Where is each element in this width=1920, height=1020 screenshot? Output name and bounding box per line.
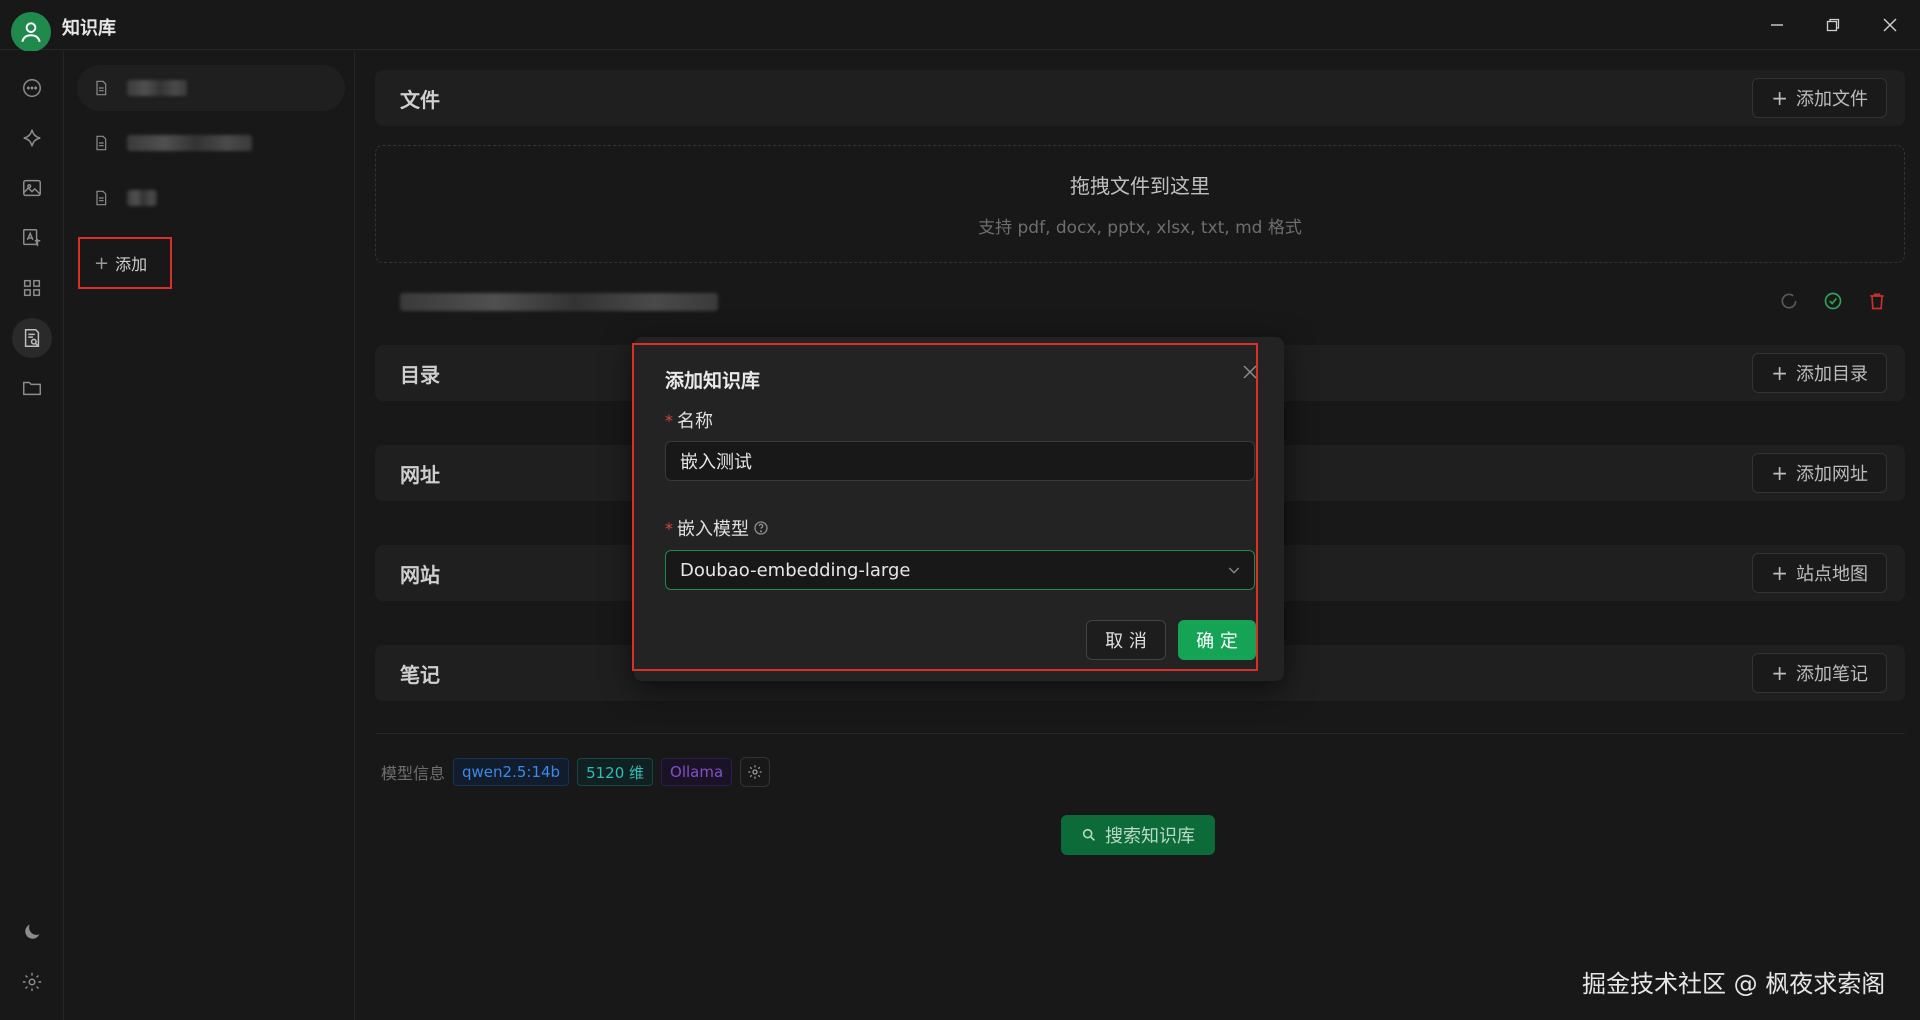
plus-icon: + [1771, 461, 1788, 485]
nav-rail [0, 51, 64, 1020]
document-icon [96, 80, 107, 96]
chat-icon [23, 79, 41, 97]
user-icon [21, 22, 41, 43]
cancel-button[interactable]: 取 消 [1086, 620, 1166, 660]
name-input[interactable]: 嵌入测试 [665, 441, 1255, 481]
file-dropzone[interactable]: 拖拽文件到这里 支持 pdf, docx, pptx, xlsx, txt, m… [375, 145, 1905, 263]
embedding-model-select[interactable]: Doubao-embedding-large [665, 550, 1255, 590]
kb-item[interactable] [77, 175, 345, 221]
file-name-redacted [400, 293, 718, 311]
moon-icon [25, 924, 40, 939]
model-settings-button[interactable] [740, 757, 771, 787]
rail-knowledge[interactable] [12, 318, 52, 358]
refresh-icon[interactable] [1779, 291, 1799, 311]
document-icon [96, 190, 107, 206]
apps-icon [23, 279, 41, 297]
model-info-label: 模型信息 [381, 764, 446, 783]
name-label: * 名称 [665, 410, 713, 433]
add-url-button[interactable]: + 添加网址 [1752, 453, 1887, 493]
search-icon [1082, 828, 1095, 841]
plus-icon: + [1771, 661, 1788, 685]
user-avatar[interactable] [11, 12, 51, 52]
close-window-button[interactable] [1870, 10, 1910, 40]
plus-icon: + [1771, 86, 1788, 110]
kb-item[interactable] [77, 120, 345, 166]
folder-icon [23, 381, 41, 396]
close-icon [1243, 365, 1257, 379]
title-bar: 知识库 [0, 0, 1920, 52]
confirm-button[interactable]: 确 定 [1178, 620, 1256, 660]
app-title: 知识库 [62, 18, 116, 39]
minimize-button[interactable] [1757, 10, 1797, 40]
model-info: 模型信息 qwen2.5:14b 5120 维 Ollama [381, 757, 771, 787]
minimize-icon [1771, 24, 1783, 26]
rail-images[interactable] [12, 168, 52, 208]
add-kb-label: 添加 [115, 255, 148, 274]
kb-item-name-redacted [127, 135, 252, 151]
add-kb-dialog: 添加知识库 * 名称 嵌入测试 * 嵌入模型 Doubao-embedding-la… [632, 343, 1258, 671]
dimension-tag: 5120 维 [577, 758, 654, 786]
settings-button[interactable] [12, 962, 52, 1002]
check-circle-icon [1824, 292, 1842, 310]
file-row [375, 281, 1905, 321]
sparkle-icon [23, 129, 41, 147]
help-icon[interactable] [753, 520, 769, 536]
knowledge-icon [24, 329, 40, 347]
kb-list-panel: + 添加 [65, 51, 355, 1020]
rail-agents[interactable] [12, 118, 52, 158]
gear-icon [748, 765, 762, 779]
rail-files[interactable] [12, 368, 52, 408]
model-label: * 嵌入模型 [665, 515, 769, 541]
rail-chat[interactable] [12, 68, 52, 108]
document-icon [96, 135, 107, 151]
restore-button[interactable] [1813, 10, 1853, 40]
theme-toggle[interactable] [12, 912, 52, 952]
add-kb-button[interactable]: + 添加 [78, 237, 172, 289]
sitemap-button[interactable]: + 站点地图 [1752, 553, 1887, 593]
add-note-button[interactable]: + 添加笔记 [1752, 653, 1887, 693]
close-icon [1883, 18, 1897, 32]
rail-apps[interactable] [12, 268, 52, 308]
kb-item-name-redacted [127, 80, 187, 96]
image-icon [23, 179, 41, 197]
delete-icon[interactable] [1867, 291, 1887, 311]
plus-icon: + [1771, 561, 1788, 585]
add-directory-button[interactable]: + 添加目录 [1752, 353, 1887, 393]
section-title: 文件 [400, 87, 440, 112]
plus-icon: + [94, 252, 110, 274]
dialog-title: 添加知识库 [665, 370, 761, 392]
provider-tag: Ollama [661, 758, 733, 786]
add-file-button[interactable]: + 添加文件 [1752, 78, 1887, 118]
plus-icon: + [1771, 361, 1788, 385]
divider [375, 733, 1905, 734]
rail-translate[interactable] [12, 218, 52, 258]
dropzone-title: 拖拽文件到这里 [1070, 174, 1210, 198]
files-section: 文件 + 添加文件 [375, 70, 1905, 126]
dialog-close-button[interactable] [1238, 360, 1262, 384]
dropzone-subtitle: 支持 pdf, docx, pptx, xlsx, txt, md 格式 [978, 218, 1302, 238]
restore-icon [1826, 18, 1840, 32]
search-kb-button[interactable]: 搜索知识库 [1061, 815, 1215, 855]
gear-icon [22, 972, 42, 992]
kb-item[interactable] [77, 65, 345, 111]
translate-icon [23, 229, 41, 247]
chevron-down-icon [1228, 567, 1240, 574]
model-tag: qwen2.5:14b [453, 758, 570, 786]
watermark: 掘金技术社区 @ 枫夜求索阁 [1582, 970, 1886, 998]
kb-item-name-redacted [127, 190, 157, 206]
